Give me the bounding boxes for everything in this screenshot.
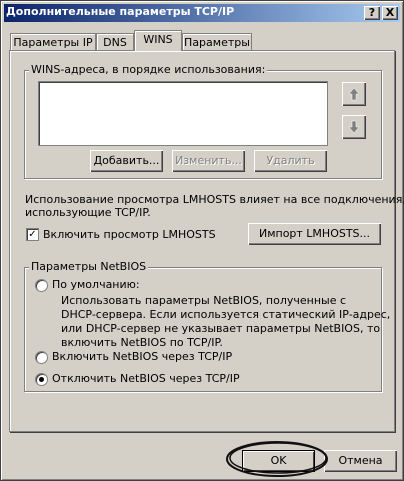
import-lmhosts-button[interactable]: Импорт LMHOSTS...	[248, 223, 381, 245]
netbios-enable-label[interactable]: Включить NetBIOS через TCP/IP	[52, 350, 232, 364]
cancel-button-label: Отмена	[338, 454, 383, 467]
title-bar[interactable]: Дополнительные параметры TCP/IP ? X	[4, 4, 400, 22]
tab-dns[interactable]: DNS	[96, 33, 134, 51]
help-button[interactable]: ?	[364, 6, 380, 20]
radio-selected-dot	[39, 377, 44, 382]
delete-button[interactable]: Удалить	[254, 150, 327, 172]
netbios-default-label[interactable]: По умолчанию:	[52, 278, 140, 292]
arrow-up-icon	[348, 87, 360, 101]
lmhosts-info-line1: Использование просмотра LMHOSTS влияет н…	[25, 193, 404, 206]
tab-ip-settings[interactable]: Параметры IP	[10, 33, 96, 51]
tab-wins[interactable]: WINS	[134, 30, 182, 51]
add-button-label: Добавить...	[93, 154, 160, 167]
cancel-button[interactable]: Отмена	[324, 450, 397, 472]
advanced-tcpip-dialog: Дополнительные параметры TCP/IP ? X Пара…	[0, 0, 404, 481]
enable-lmhosts-checkbox[interactable]: ✓	[26, 228, 39, 241]
netbios-default-desc-2: DHCP-сервера. Если используется статичес…	[61, 308, 391, 321]
window-title: Дополнительные параметры TCP/IP	[6, 5, 235, 18]
move-up-button[interactable]	[342, 82, 366, 106]
netbios-default-radio[interactable]	[35, 279, 48, 292]
add-button[interactable]: Добавить...	[90, 150, 163, 172]
netbios-disable-radio[interactable]	[35, 373, 48, 386]
wins-group-label: WINS-адреса, в порядке использования:	[29, 63, 268, 76]
netbios-disable-label[interactable]: Отключить NetBIOS через TCP/IP	[52, 372, 240, 386]
arrow-down-icon	[348, 120, 360, 134]
import-lmhosts-label: Импорт LMHOSTS...	[258, 227, 371, 240]
netbios-default-desc-3: или DHCP-сервер не указывает параметры N…	[61, 322, 381, 335]
wins-address-list[interactable]	[38, 81, 328, 146]
enable-lmhosts-label[interactable]: Включить просмотр LMHOSTS	[43, 228, 216, 242]
edit-button[interactable]: Изменить...	[172, 150, 245, 172]
netbios-group-label: Параметры NetBIOS	[29, 260, 149, 273]
move-down-button[interactable]	[342, 115, 366, 139]
wins-tab-panel: WINS-адреса, в порядке использования: До…	[9, 50, 404, 432]
lmhosts-info-line2: использующие TCP/IP.	[25, 206, 151, 219]
delete-button-label: Удалить	[266, 154, 315, 167]
netbios-enable-radio[interactable]	[35, 351, 48, 364]
close-button[interactable]: X	[382, 6, 398, 20]
netbios-default-desc-4: включить NetBIOS по TCP/IP.	[61, 336, 223, 349]
tab-options[interactable]: Параметры	[182, 33, 252, 51]
netbios-default-desc-1: Использовать параметры NetBIOS, полученн…	[61, 294, 347, 307]
edit-button-label: Изменить...	[175, 154, 242, 167]
annotation-circle	[226, 441, 328, 477]
